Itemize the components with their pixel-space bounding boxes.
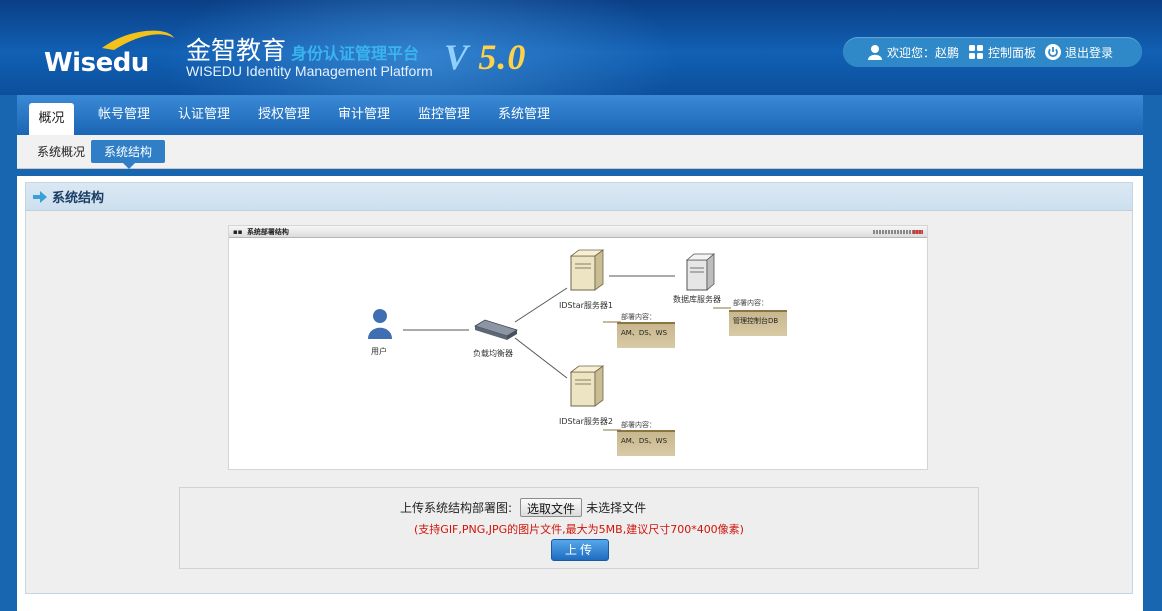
- user-label: 用户: [371, 347, 387, 356]
- main-nav: 概况 帐号管理 认证管理 授权管理 审计管理 监控管理 系统管理: [17, 95, 1143, 135]
- upload-hint: (支持GIF,PNG,JPG的图片文件,最大为5MB,建议尺寸700*400像素…: [414, 523, 744, 536]
- db-note: 管理控制台DB: [729, 310, 787, 336]
- version-number: 5.0: [478, 37, 527, 77]
- database-server-icon: [685, 253, 716, 291]
- load-balancer-label: 负载均衡器: [473, 349, 513, 358]
- upload-label: 上传系统结构部署图:: [400, 501, 513, 515]
- diagram-graphics: [368, 249, 731, 431]
- logo-text: Wisedu: [44, 48, 149, 78]
- server2-icon: [569, 365, 605, 407]
- brand-name-cn: 金智教育: [186, 36, 287, 65]
- subnav-system-structure[interactable]: 系统结构: [91, 140, 166, 169]
- tab-audit[interactable]: 审计管理: [324, 95, 404, 135]
- logout-link[interactable]: 退出登录: [1045, 44, 1113, 61]
- control-panel-label: 控制面板: [988, 45, 1037, 60]
- logout-label: 退出登录: [1065, 45, 1114, 60]
- panel-title: 系统结构: [52, 191, 105, 206]
- server1-note: AM、DS、WS: [617, 322, 675, 348]
- server2-note: AM、DS、WS: [617, 430, 675, 456]
- tab-auth[interactable]: 认证管理: [164, 95, 244, 135]
- user-toolbar: 欢迎您：赵鹏 控制面板 退出登录: [843, 37, 1142, 67]
- version-prefix: V: [444, 37, 469, 77]
- version-label: V 5.0: [444, 36, 526, 78]
- db-server-label: 数据库服务器: [673, 295, 721, 304]
- main-content: 系统结构 ▪▪ 系统部署结构 用户 负载均衡器 IDStar服务器1 IDSta…: [17, 176, 1143, 611]
- tab-monitor[interactable]: 监控管理: [404, 95, 484, 135]
- tab-account[interactable]: 帐号管理: [84, 95, 164, 135]
- upload-form: 上传系统结构部署图: 选取文件 未选择文件 (支持GIF,PNG,JPG的图片文…: [179, 487, 979, 569]
- server1-label: IDStar服务器1: [559, 301, 614, 310]
- upload-row: 上传系统结构部署图: 选取文件 未选择文件: [400, 498, 646, 517]
- sub-nav: 系统概况 系统结构: [17, 135, 1143, 169]
- welcome-user: 欢迎您：赵鹏: [867, 44, 959, 61]
- arrow-right-icon: [33, 190, 47, 203]
- server2-label: IDStar服务器2: [559, 417, 614, 426]
- structure-panel: 系统结构 ▪▪ 系统部署结构 用户 负载均衡器 IDStar服务器1 IDSta…: [25, 182, 1133, 594]
- grid-icon: [969, 45, 984, 59]
- user-node-icon: [368, 309, 392, 339]
- subnav-system-overview[interactable]: 系统概况: [37, 143, 85, 160]
- upload-submit-button[interactable]: 上传: [551, 539, 609, 561]
- welcome-text: 欢迎您：赵鹏: [887, 45, 960, 60]
- load-balancer-icon: [474, 319, 518, 340]
- power-icon: [1045, 44, 1062, 60]
- choose-file-button[interactable]: 选取文件: [520, 498, 583, 517]
- server1-icon: [569, 249, 605, 291]
- tab-system[interactable]: 系统管理: [484, 95, 564, 135]
- brand-name-en: WISEDU Identity Management Platform: [186, 63, 433, 79]
- deployment-diagram: ▪▪ 系统部署结构 用户 负载均衡器 IDStar服务器1 IDStar服务器2…: [228, 225, 928, 470]
- user-icon: [868, 45, 882, 60]
- panel-header: 系统结构: [26, 183, 1132, 211]
- file-status: 未选择文件: [586, 501, 647, 515]
- tab-authorization[interactable]: 授权管理: [244, 95, 324, 135]
- control-panel-link[interactable]: 控制面板: [968, 44, 1036, 61]
- brand-subtitle: 身份认证管理平台: [291, 44, 420, 63]
- db-note-title: 部署内容：: [733, 299, 768, 307]
- tab-overview[interactable]: 概况: [29, 103, 74, 135]
- server2-note-title: 部署内容：: [621, 421, 656, 429]
- server1-note-title: 部署内容：: [621, 313, 656, 321]
- app-header: Wisedu 金智教育 身份认证管理平台 WISEDU Identity Man…: [0, 0, 1162, 95]
